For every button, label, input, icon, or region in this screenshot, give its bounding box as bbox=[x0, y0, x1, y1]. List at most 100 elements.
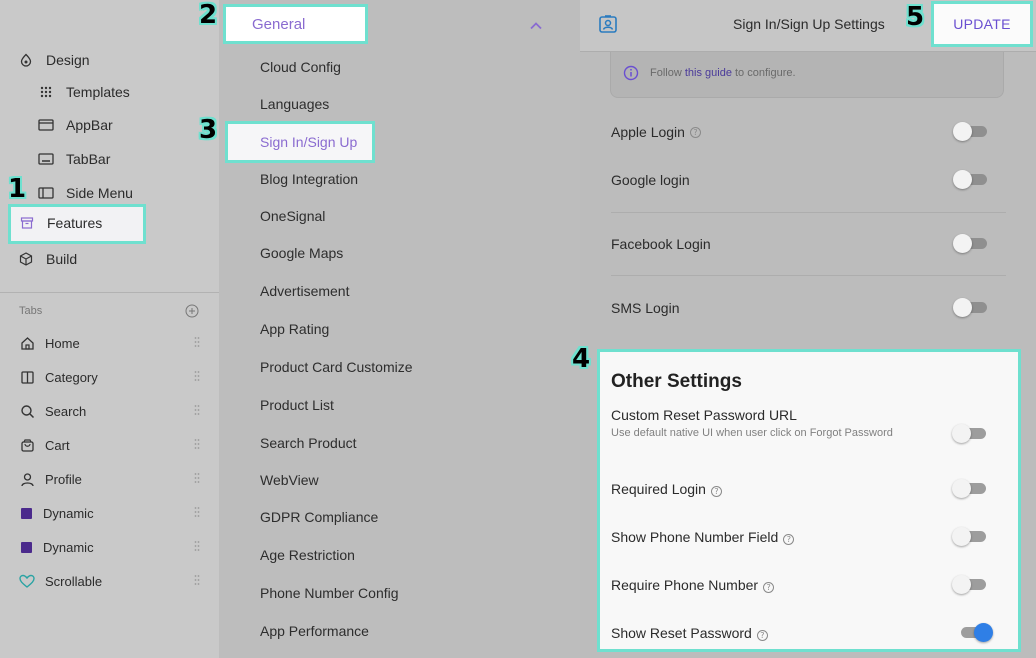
sidebar-item-label: TabBar bbox=[66, 151, 111, 167]
tab-profile[interactable]: Profile bbox=[19, 469, 204, 489]
menu-item-advertisement[interactable]: Advertisement bbox=[260, 281, 349, 301]
sidebar-item-label: Templates bbox=[66, 84, 130, 100]
tab-label: Scrollable bbox=[45, 573, 103, 589]
require-phone-number-label: Require Phone Number bbox=[611, 577, 759, 593]
dynamic-square-icon bbox=[19, 505, 33, 521]
show-phone-number-field-row: Show Phone Number Field? bbox=[611, 529, 1011, 545]
home-icon bbox=[19, 335, 35, 351]
drag-handle-icon[interactable] bbox=[194, 438, 200, 450]
drag-handle-icon[interactable] bbox=[194, 370, 200, 382]
tabbar-icon bbox=[38, 151, 54, 167]
tab-label: Home bbox=[45, 335, 80, 351]
sidebar-item-design[interactable]: Design bbox=[18, 49, 90, 71]
tab-dynamic-1[interactable]: Dynamic bbox=[19, 503, 204, 523]
palette-icon bbox=[18, 52, 34, 68]
cart-icon bbox=[19, 437, 35, 453]
show-reset-password-toggle[interactable] bbox=[957, 622, 993, 642]
tabs-section-label: Tabs bbox=[19, 305, 43, 317]
tab-label: Profile bbox=[45, 471, 82, 487]
annotation-number-1: 1 bbox=[8, 174, 27, 204]
menu-item-onesignal[interactable]: OneSignal bbox=[260, 206, 325, 226]
show-phone-number-field-toggle[interactable] bbox=[952, 526, 988, 546]
tab-search[interactable]: Search bbox=[19, 401, 204, 421]
show-phone-number-field-label: Show Phone Number Field bbox=[611, 529, 779, 545]
heart-icon bbox=[19, 573, 35, 589]
sidebar-item-features[interactable]: Features bbox=[8, 204, 146, 244]
page-title: Sign In/Sign Up Settings bbox=[733, 16, 885, 32]
info-icon bbox=[623, 65, 639, 81]
help-icon[interactable]: ? bbox=[689, 126, 701, 138]
google-login-toggle[interactable] bbox=[953, 169, 989, 189]
menu-item-cloud-config[interactable]: Cloud Config bbox=[260, 57, 341, 77]
require-phone-number-toggle[interactable] bbox=[952, 574, 988, 594]
sidebar-item-label: Design bbox=[46, 52, 90, 68]
menu-item-blog-integration[interactable]: Blog Integration bbox=[260, 169, 358, 189]
drag-handle-icon[interactable] bbox=[194, 540, 200, 552]
show-reset-password-label: Show Reset Password bbox=[611, 625, 752, 641]
annotation-number-4: 4 bbox=[572, 344, 591, 374]
help-icon[interactable]: ? bbox=[763, 582, 775, 593]
menu-item-product-card-customize[interactable]: Product Card Customize bbox=[260, 357, 413, 377]
help-icon[interactable]: ? bbox=[710, 486, 722, 497]
cube-icon bbox=[18, 251, 34, 267]
menu-item-age-restriction[interactable]: Age Restriction bbox=[260, 545, 355, 565]
facebook-login-toggle[interactable] bbox=[953, 233, 989, 253]
menu-item-search-product[interactable]: Search Product bbox=[260, 433, 357, 453]
help-icon[interactable]: ? bbox=[756, 630, 768, 641]
chevron-up-icon[interactable] bbox=[529, 17, 543, 30]
apple-login-toggle[interactable] bbox=[953, 121, 989, 141]
archive-icon bbox=[19, 215, 35, 231]
tab-scrollable[interactable]: Scrollable bbox=[19, 571, 204, 591]
divider bbox=[611, 275, 1006, 276]
sms-login-toggle[interactable] bbox=[953, 297, 989, 317]
section-general[interactable]: General bbox=[223, 4, 368, 44]
help-icon[interactable]: ? bbox=[783, 534, 795, 545]
sidebar-item-label: Features bbox=[47, 215, 103, 231]
custom-reset-password-label: Custom Reset Password URL bbox=[611, 407, 797, 423]
menu-item-app-rating[interactable]: App Rating bbox=[260, 319, 329, 339]
add-tab-icon[interactable] bbox=[185, 304, 199, 318]
annotation-number-2: 2 bbox=[199, 0, 218, 30]
sidebar-item-tabbar[interactable]: TabBar bbox=[38, 148, 110, 170]
sidebar-item-build[interactable]: Build bbox=[18, 248, 77, 270]
sidebar: Design Templates AppBar TabBar Side Menu… bbox=[0, 0, 219, 658]
sidebar-item-label: AppBar bbox=[66, 117, 113, 133]
custom-reset-password-description: Use default native UI when user click on… bbox=[611, 427, 893, 439]
other-settings-card: Other Settings Custom Reset Password URL… bbox=[597, 349, 1021, 652]
required-login-row: Required Login? bbox=[611, 481, 1011, 497]
user-icon bbox=[19, 471, 35, 487]
drag-handle-icon[interactable] bbox=[194, 472, 200, 484]
menu-item-phone-number-config[interactable]: Phone Number Config bbox=[260, 583, 399, 603]
menu-item-webview[interactable]: WebView bbox=[260, 470, 319, 490]
tab-label: Dynamic bbox=[43, 539, 94, 555]
tab-dynamic-2[interactable]: Dynamic bbox=[19, 537, 204, 557]
annotation-number-5: 5 bbox=[906, 2, 925, 32]
menu-item-languages[interactable]: Languages bbox=[260, 94, 329, 114]
tab-cart[interactable]: Cart bbox=[19, 435, 204, 455]
required-login-toggle[interactable] bbox=[952, 478, 988, 498]
tab-label: Cart bbox=[45, 437, 70, 453]
menu-item-gdpr-compliance[interactable]: GDPR Compliance bbox=[260, 507, 378, 527]
tab-home[interactable]: Home bbox=[19, 333, 204, 353]
update-button[interactable]: UPDATE bbox=[931, 1, 1033, 47]
drag-handle-icon[interactable] bbox=[194, 336, 200, 348]
other-settings-title: Other Settings bbox=[611, 371, 742, 392]
menu-item-google-maps[interactable]: Google Maps bbox=[260, 243, 343, 263]
sidebar-item-templates[interactable]: Templates bbox=[38, 81, 130, 103]
sidebar-item-side-menu[interactable]: Side Menu bbox=[38, 182, 133, 204]
tab-category[interactable]: Category bbox=[19, 367, 204, 387]
divider bbox=[611, 212, 1006, 213]
menu-item-product-list[interactable]: Product List bbox=[260, 395, 334, 415]
drag-handle-icon[interactable] bbox=[194, 506, 200, 518]
custom-reset-password-toggle[interactable] bbox=[952, 423, 988, 443]
drag-handle-icon[interactable] bbox=[194, 574, 200, 586]
drag-handle-icon[interactable] bbox=[194, 404, 200, 416]
custom-reset-password-row: Custom Reset Password URL Use default na… bbox=[611, 407, 1011, 442]
sidebar-item-label: Build bbox=[46, 251, 78, 267]
show-reset-password-row: Show Reset Password? bbox=[611, 625, 1011, 641]
sidebar-item-appbar[interactable]: AppBar bbox=[38, 114, 113, 136]
menu-item-sign-in-sign-up[interactable]: Sign In/Sign Up bbox=[225, 121, 375, 163]
google-login-label: Google login bbox=[611, 172, 690, 188]
guide-link[interactable]: this guide bbox=[685, 67, 732, 79]
menu-item-app-performance[interactable]: App Performance bbox=[260, 621, 369, 641]
